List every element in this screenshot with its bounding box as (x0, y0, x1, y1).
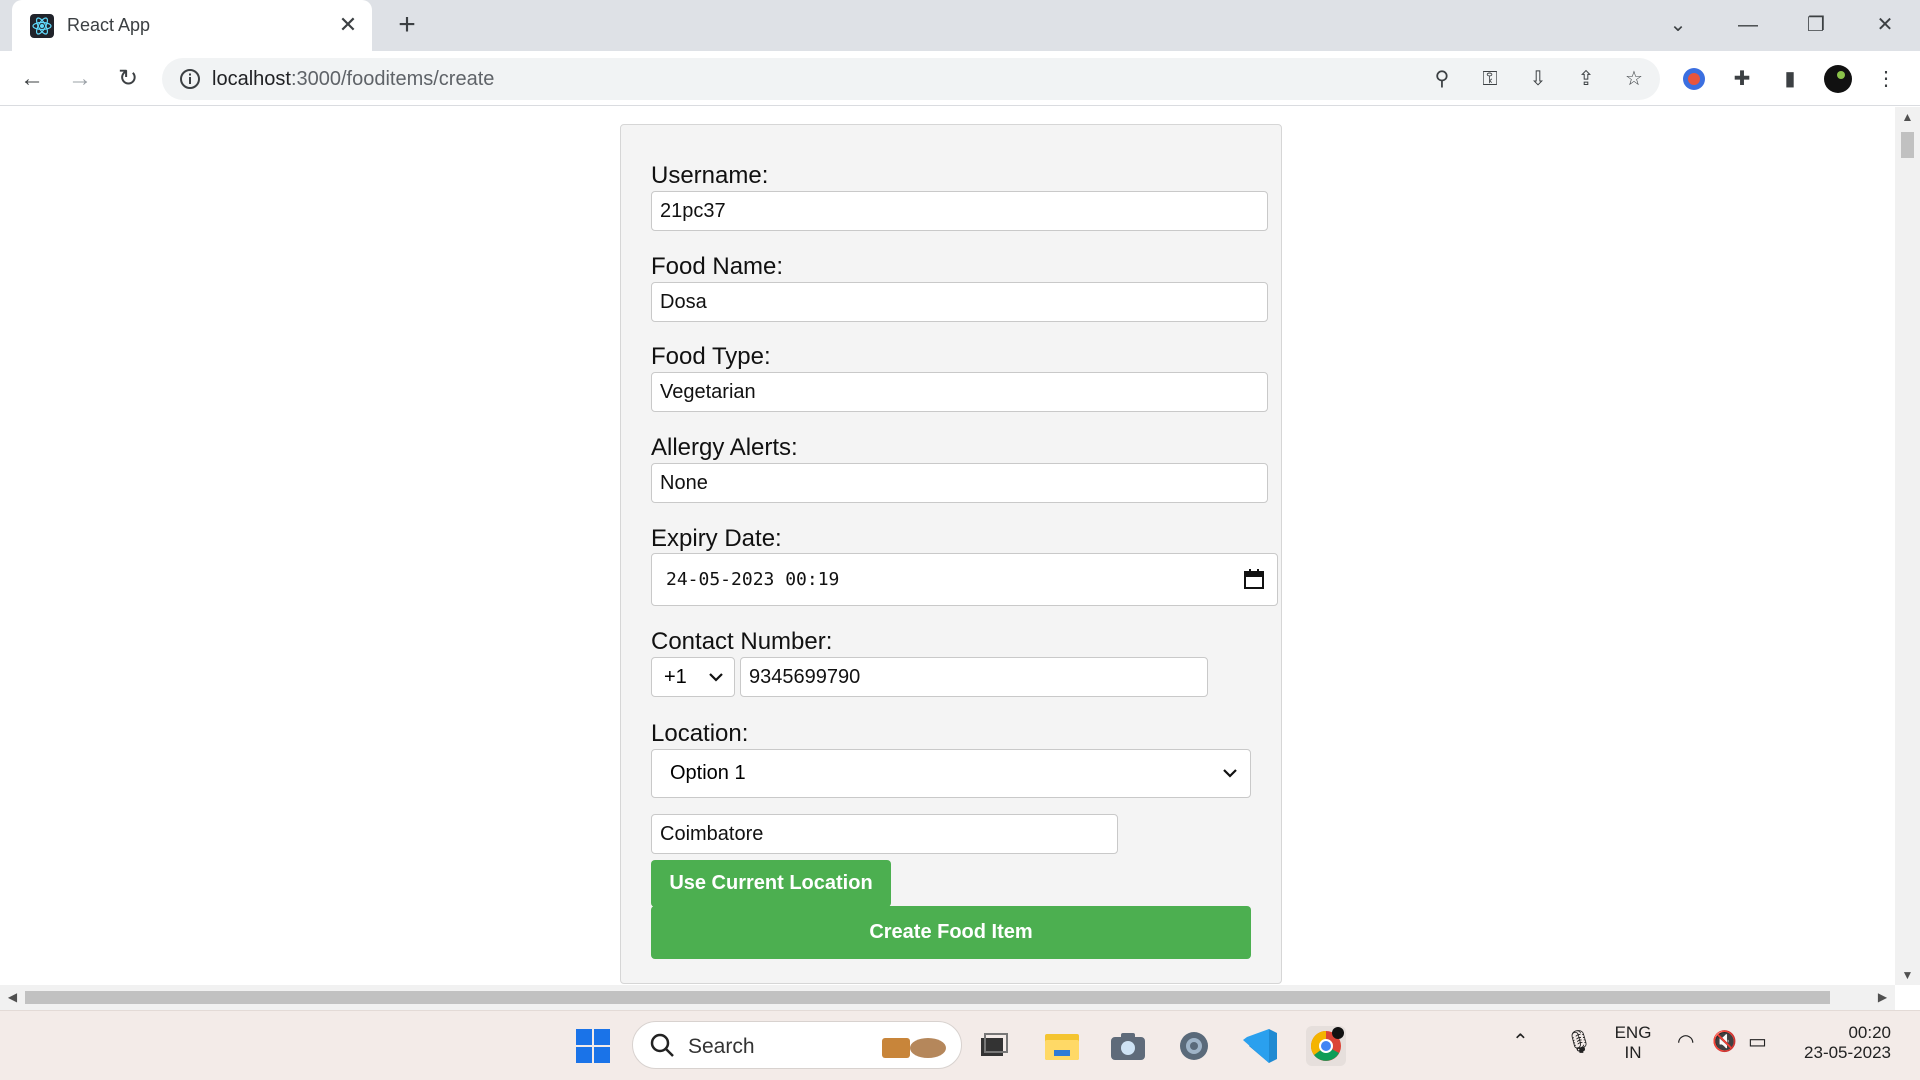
allergy-alerts-label: Allergy Alerts: (651, 434, 798, 461)
restore-icon[interactable]: ❐ (1796, 8, 1836, 42)
profile-avatar[interactable] (1824, 65, 1852, 93)
clock-time: 00:20 (1848, 1023, 1891, 1042)
tab-search-chevron-icon[interactable]: ⌄ (1658, 8, 1698, 42)
close-tab-icon[interactable]: ✕ (334, 11, 362, 39)
horizontal-scrollbar[interactable]: ◀ ▶ (0, 985, 1895, 1010)
expiry-date-input[interactable]: 24-05-2023 00:19 (651, 553, 1278, 606)
create-food-form: Username: 21pc37 Food Name: Dosa Food Ty… (620, 124, 1282, 984)
create-food-item-button[interactable]: Create Food Item (651, 906, 1251, 959)
url-text[interactable]: localhost:3000/fooditems/create (212, 68, 494, 91)
side-panel-icon[interactable]: ▮ (1776, 65, 1804, 93)
camera-icon[interactable] (1108, 1026, 1148, 1066)
clock[interactable]: 00:20 23-05-2023 (1793, 1023, 1903, 1063)
windows-start-icon[interactable] (575, 1028, 611, 1064)
language-indicator[interactable]: ENG IN (1608, 1023, 1658, 1063)
calendar-icon[interactable] (1243, 568, 1265, 590)
windows-taskbar: Search ⌃ 🎙 ENG IN ◠ 🔇 ▭ 00:20 23-05-2023 (0, 1010, 1920, 1080)
vertical-scrollbar[interactable]: ▲ ▼ (1895, 107, 1920, 985)
use-current-location-button[interactable]: Use Current Location (651, 860, 891, 907)
search-icon (649, 1032, 675, 1063)
back-icon[interactable]: ← (14, 61, 50, 97)
username-label: Username: (651, 162, 769, 189)
horizontal-scroll-thumb[interactable] (25, 991, 1830, 1004)
new-tab-icon[interactable]: + (390, 9, 424, 43)
tab-title: React App (67, 15, 151, 35)
reload-icon[interactable]: ↻ (110, 61, 146, 97)
install-icon[interactable]: ⇩ (1526, 67, 1550, 91)
menu-kebab-icon[interactable]: ⋮ (1872, 65, 1900, 93)
key-icon[interactable]: ⚿ (1478, 67, 1502, 91)
vscode-icon[interactable] (1240, 1026, 1280, 1066)
contact-number-label: Contact Number: (651, 628, 833, 655)
clock-date: 23-05-2023 (1804, 1043, 1891, 1062)
food-name-input[interactable]: Dosa (651, 282, 1268, 322)
microphone-icon[interactable]: 🎙 (1565, 1029, 1593, 1055)
location-select[interactable]: Option 1 (651, 749, 1251, 798)
vertical-scroll-thumb[interactable] (1901, 132, 1914, 158)
url-path: :3000/fooditems/create (290, 68, 495, 90)
file-explorer-icon[interactable] (1042, 1026, 1082, 1066)
page-viewport: Username: 21pc37 Food Name: Dosa Food Ty… (0, 107, 1895, 985)
food-name-label: Food Name: (651, 253, 784, 280)
address-bar[interactable]: localhost:3000/fooditems/create ⚲ ⚿ ⇩ ⇪ … (162, 58, 1660, 100)
tray-overflow-chevron-icon[interactable]: ⌃ (1512, 1029, 1529, 1054)
battery-icon[interactable]: ▭ (1748, 1029, 1767, 1054)
search-highlight-icon (878, 1030, 948, 1062)
react-logo-icon (30, 14, 54, 38)
settings-gear-icon[interactable] (1174, 1026, 1214, 1066)
chrome-icon[interactable] (1306, 1026, 1346, 1066)
food-type-label: Food Type: (651, 343, 771, 370)
location-label: Location: (651, 720, 749, 747)
share-icon[interactable]: ⇪ (1574, 67, 1598, 91)
puzzle-extensions-icon[interactable]: ✚ (1728, 65, 1756, 93)
location-pin-icon[interactable]: ⚲ (1430, 67, 1454, 91)
browser-toolbar: ← → ↻ localhost:3000/fooditems/create ⚲ … (0, 51, 1920, 106)
scroll-up-icon[interactable]: ▲ (1895, 107, 1920, 127)
scroll-right-icon[interactable]: ▶ (1870, 987, 1895, 1007)
bookmark-star-icon[interactable]: ☆ (1622, 67, 1646, 91)
username-input[interactable]: 21pc37 (651, 191, 1268, 231)
language-region: IN (1624, 1043, 1642, 1062)
expiry-date-label: Expiry Date: (651, 525, 782, 552)
location-text-input[interactable]: Coimbatore (651, 814, 1118, 854)
forward-icon[interactable]: → (62, 61, 98, 97)
extension-icon[interactable] (1680, 65, 1708, 93)
phone-number-input[interactable]: 9345699790 (740, 657, 1208, 697)
search-placeholder: Search (688, 1035, 755, 1058)
allergy-alerts-input[interactable]: None (651, 463, 1268, 503)
language-code: ENG (1614, 1023, 1652, 1042)
taskbar-search[interactable]: Search (632, 1021, 962, 1069)
volume-muted-icon[interactable]: 🔇 (1712, 1029, 1737, 1054)
browser-tabstrip: React App ✕ + ⌄ — ❐ ✕ (0, 0, 1920, 51)
close-window-icon[interactable]: ✕ (1865, 8, 1905, 42)
site-info-icon[interactable] (178, 67, 202, 91)
browser-tab[interactable]: React App ✕ (12, 0, 372, 51)
url-host: localhost (212, 68, 291, 90)
scroll-down-icon[interactable]: ▼ (1895, 965, 1920, 985)
minimize-icon[interactable]: — (1728, 8, 1768, 42)
scroll-left-icon[interactable]: ◀ (0, 987, 25, 1007)
country-code-select[interactable]: +1 (651, 657, 735, 697)
chevron-down-icon (706, 667, 726, 687)
wifi-icon[interactable]: ◠ (1677, 1029, 1694, 1054)
expiry-date-value: 24-05-2023 00:19 (666, 569, 840, 590)
task-view-icon[interactable] (973, 1026, 1013, 1066)
food-type-input[interactable]: Vegetarian (651, 372, 1268, 412)
country-code-value: +1 (664, 666, 687, 688)
location-option-value: Option 1 (670, 762, 746, 784)
chevron-down-icon (1220, 763, 1240, 783)
